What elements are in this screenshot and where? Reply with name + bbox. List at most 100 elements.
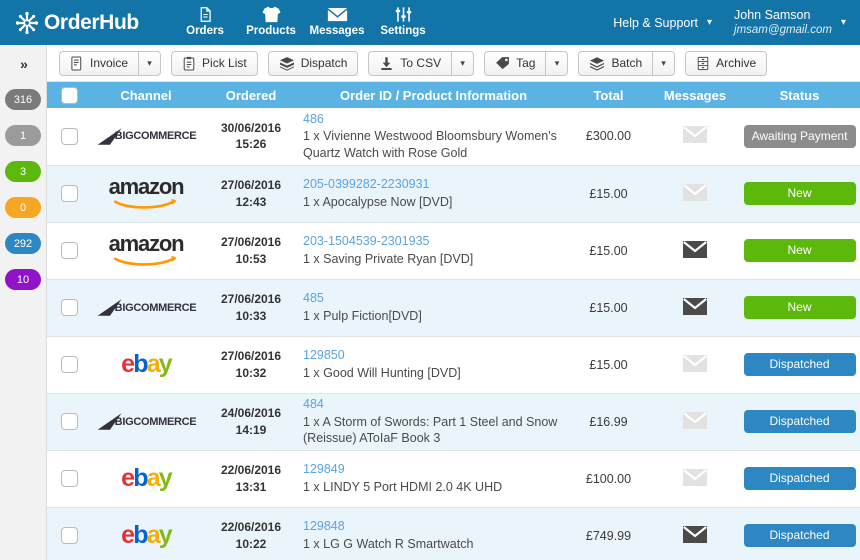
toolbar-dropdown-batch[interactable]: ▾ (652, 50, 676, 76)
toolbar-dropdown-to-csv[interactable]: ▾ (451, 50, 475, 76)
message-envelope-icon[interactable] (682, 411, 708, 433)
order-id-link[interactable]: 203-1504539-2301935 (303, 233, 566, 250)
sidebar-badge-5[interactable]: 10 (5, 269, 41, 290)
order-id-link[interactable]: 129850 (303, 347, 566, 364)
toolbar-button-label: Archive (716, 56, 757, 70)
double-chevron-right-icon[interactable]: » (20, 54, 28, 74)
row-checkbox[interactable] (60, 413, 78, 430)
ordered-cell: 27/06/2016 10:33 (201, 279, 301, 336)
order-id-link[interactable]: 486 (303, 111, 566, 128)
sidebar-badge-count: 3 (19, 165, 27, 178)
table-row[interactable]: ebay 22/06/2016 13:31 129849 1 x LINDY 5 Por… (47, 450, 860, 507)
product-name: 1 x Apocalypse Now [DVD] (303, 195, 453, 209)
sidebar-badge-3[interactable]: 0 (5, 197, 41, 218)
messages-cell (651, 222, 739, 279)
product-name: 1 x Pulp Fiction[DVD] (303, 309, 422, 323)
order-id-link[interactable]: 485 (303, 290, 566, 307)
chevron-down-icon: ▾ (707, 17, 713, 28)
toolbar-button-to-csv[interactable]: To CSV (368, 50, 452, 76)
message-envelope-icon[interactable] (682, 468, 708, 490)
table-row[interactable]: BIGCOMMERCE 24/06/2016 14:19 484 1 x A Storm… (47, 393, 860, 450)
column-header-messages[interactable]: Messages (651, 82, 739, 108)
tshirt-icon (261, 4, 282, 24)
toolbar-button-invoice[interactable]: Invoice (59, 50, 139, 76)
toolbar-button-label: To CSV (400, 56, 442, 70)
row-checkbox[interactable] (60, 127, 78, 145)
help-support-menu[interactable]: Help & Support ▾ (613, 16, 712, 30)
order-info-cell: 203-1504539-2301935 1 x Saving Private Ry… (301, 222, 566, 279)
status-badge[interactable]: Dispatched (743, 524, 856, 547)
table-row[interactable]: ebay 22/06/2016 10:22 129848 1 x LG G Watch … (47, 507, 860, 560)
order-info-cell: 484 1 x A Storm of Swords: Part 1 Steel a… (301, 393, 566, 450)
toolbar-button-pick-list[interactable]: Pick List (171, 50, 258, 76)
message-envelope-icon[interactable] (682, 183, 708, 205)
toolbar-button-archive[interactable]: Archive (685, 50, 768, 76)
messages-cell (651, 450, 739, 507)
sidebar-badge-2[interactable]: 3 (5, 161, 41, 182)
brand-logo[interactable]: OrderHub (0, 10, 172, 36)
order-id-link[interactable]: 484 (303, 396, 566, 413)
status-badge[interactable]: Awaiting Payment (743, 124, 856, 148)
order-id-link[interactable]: 205-0399282-2230931 (303, 176, 566, 193)
row-checkbox[interactable] (60, 299, 78, 316)
message-envelope-icon[interactable] (682, 240, 708, 262)
status-badge[interactable]: Dispatched (743, 353, 856, 376)
table-row[interactable]: amazon 27/06/2016 12:43 205-0399282-2230931… (47, 165, 860, 222)
row-checkbox[interactable] (60, 527, 78, 544)
toolbar-group-pick-list: Pick List (171, 50, 258, 76)
message-envelope-icon[interactable] (682, 354, 708, 376)
order-id-link[interactable]: 129849 (303, 461, 566, 478)
status-badge[interactable]: New (743, 182, 856, 205)
status-cell: New (739, 165, 860, 222)
toolbar-dropdown-invoice[interactable]: ▾ (138, 50, 162, 76)
toolbar-dropdown-tag[interactable]: ▾ (545, 50, 569, 76)
row-checkbox[interactable] (60, 470, 78, 487)
bigcommerce-logo-icon: BIGCOMMERCE (91, 412, 201, 431)
column-header-status[interactable]: Status (739, 82, 860, 108)
status-badge[interactable]: New (743, 239, 856, 262)
nav-item-messages[interactable]: Messages (304, 0, 370, 37)
ordered-cell: 27/06/2016 12:43 (201, 165, 301, 222)
sidebar-badge-4[interactable]: 292 (5, 233, 41, 254)
table-row[interactable]: BIGCOMMERCE 30/06/2016 15:26 486 1 x Vivienn… (47, 108, 860, 165)
order-time: 15:26 (235, 137, 267, 152)
status-badge[interactable]: Dispatched (743, 467, 856, 490)
status-badge[interactable]: Dispatched (743, 410, 856, 433)
orders-table-body: BIGCOMMERCE 30/06/2016 15:26 486 1 x Vivienn… (47, 108, 860, 560)
sidebar-badge-0[interactable]: 316 (5, 89, 41, 110)
table-row[interactable]: amazon 27/06/2016 10:53 203-1504539-2301935… (47, 222, 860, 279)
status-cell: Dispatched (739, 450, 860, 507)
column-header-order-info[interactable]: Order ID / Product Information (301, 82, 566, 108)
column-header-channel[interactable]: Channel (91, 82, 201, 108)
channel-cell: ebay (91, 450, 201, 507)
nav-item-products[interactable]: Products (238, 0, 304, 37)
row-select-cell (47, 165, 91, 222)
row-checkbox[interactable] (60, 242, 78, 259)
select-all-checkbox[interactable] (60, 86, 78, 104)
nav-item-orders[interactable]: Orders (172, 0, 238, 37)
sidebar-badge-count: 10 (16, 273, 30, 286)
order-id-link[interactable]: 129848 (303, 518, 566, 535)
order-date: 27/06/2016 (220, 235, 282, 250)
chevron-down-icon: ▾ (147, 57, 152, 68)
table-row[interactable]: BIGCOMMERCE 27/06/2016 10:33 485 1 x Pulp Fi… (47, 279, 860, 336)
order-total: £16.99 (589, 414, 628, 429)
column-header-ordered[interactable]: Ordered (201, 82, 301, 108)
toolbar-button-tag[interactable]: Tag (484, 50, 546, 76)
message-envelope-icon[interactable] (682, 525, 708, 547)
toolbar-button-batch[interactable]: Batch (578, 50, 653, 76)
chevron-down-icon: ▾ (554, 57, 560, 68)
column-header-total[interactable]: Total (566, 82, 651, 108)
row-checkbox[interactable] (60, 185, 78, 202)
order-date: 22/06/2016 (220, 520, 282, 535)
status-badge[interactable]: New (743, 296, 856, 319)
user-account-menu[interactable]: John Samson jmsam@gmail.com ▾ (734, 7, 846, 38)
channel-cell: amazon (91, 165, 201, 222)
toolbar-button-dispatch[interactable]: Dispatch (267, 50, 359, 76)
nav-item-settings[interactable]: Settings (370, 0, 436, 37)
table-row[interactable]: ebay 27/06/2016 10:32 129850 1 x Good Will H… (47, 336, 860, 393)
message-envelope-icon[interactable] (682, 125, 708, 147)
row-checkbox[interactable] (60, 356, 78, 373)
message-envelope-icon[interactable] (682, 297, 708, 319)
sidebar-badge-1[interactable]: 1 (5, 125, 41, 146)
